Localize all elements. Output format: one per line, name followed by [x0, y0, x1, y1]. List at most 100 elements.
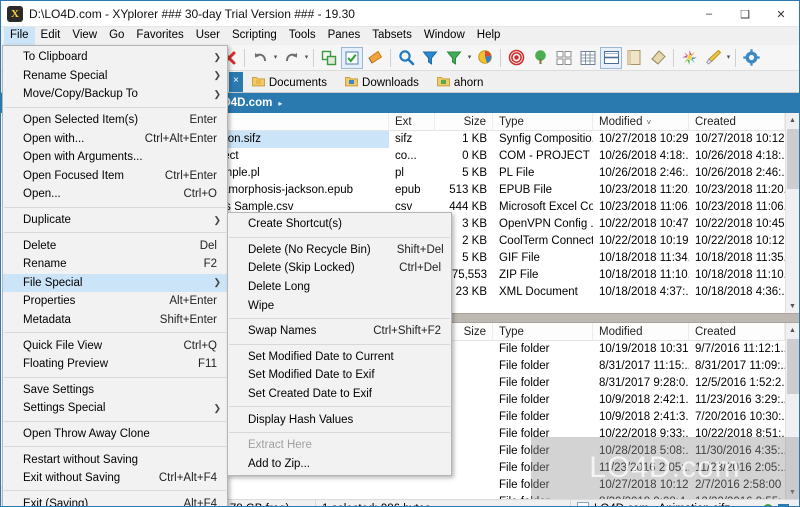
- menu-item-add-to-zip[interactable]: Add to Zip...: [228, 455, 451, 474]
- file-list-top-header[interactable]: NameExtSizeTypeModified˅Created: [151, 113, 785, 131]
- menu-item-rename-special[interactable]: Rename Special ❯: [3, 67, 227, 86]
- menu-item-open-with-arguments[interactable]: Open with Arguments...: [3, 148, 227, 167]
- column-header-cre[interactable]: Created: [689, 113, 785, 131]
- menu-item-floating-preview[interactable]: Floating Preview F11: [3, 355, 227, 374]
- close-button[interactable]: ✕: [763, 1, 799, 27]
- menu-item-delete-skip-locked[interactable]: Delete (Skip Locked) Ctrl+Del: [228, 259, 451, 278]
- menu-item-window[interactable]: Window: [418, 27, 471, 45]
- scroll-down-arrow-top[interactable]: ▼: [785, 299, 799, 313]
- menu-item-file-special[interactable]: File Special ❯: [3, 273, 227, 293]
- menu-item-create-shortcut-s[interactable]: Create Shortcut(s): [228, 215, 451, 234]
- menu-item-open-focused-item[interactable]: Open Focused Item Ctrl+Enter: [3, 167, 227, 186]
- menu-item-open-selected-item-s[interactable]: Open Selected Item(s) Enter: [3, 111, 227, 130]
- column-header-mod[interactable]: Modified: [593, 323, 689, 341]
- menu-item-quick-file-view[interactable]: Quick File View Ctrl+Q: [3, 336, 227, 355]
- menu-item-view[interactable]: View: [66, 27, 103, 45]
- menu-item-exit-without-saving[interactable]: Exit without Saving Ctrl+Alt+F4: [3, 469, 227, 488]
- brush-dropdown-arrow[interactable]: ▾: [725, 46, 732, 70]
- filter-icon[interactable]: [418, 46, 442, 70]
- menu-item-delete-long[interactable]: Delete Long: [228, 278, 451, 297]
- menu-item-edit[interactable]: Edit: [35, 27, 67, 45]
- redo-dropdown-arrow[interactable]: ▾: [303, 46, 310, 70]
- menu-item-tools[interactable]: Tools: [283, 27, 322, 45]
- menu-item-set-created-date-to-exif[interactable]: Set Created Date to Exif: [228, 385, 451, 404]
- scroll-track-bottom[interactable]: [785, 337, 799, 485]
- tab-downloads[interactable]: Downloads: [336, 72, 428, 92]
- dual-pane-icon[interactable]: [600, 46, 622, 69]
- scroll-up-arrow-top[interactable]: ▲: [785, 113, 799, 127]
- maximize-button[interactable]: ❑: [727, 1, 763, 27]
- menu-item-swap-names[interactable]: Swap Names Ctrl+Shift+F2: [228, 322, 451, 341]
- menu-item-delete[interactable]: Delete Del: [3, 236, 227, 255]
- menu-item-exit-saving[interactable]: Exit (Saving) Alt+F4: [3, 494, 227, 506]
- sync-browse-icon[interactable]: [317, 46, 341, 70]
- menu-item-file[interactable]: File: [4, 27, 35, 45]
- spiral-icon[interactable]: [504, 46, 528, 70]
- scroll-thumb-bottom[interactable]: [786, 339, 799, 394]
- undo-dropdown-arrow[interactable]: ▾: [272, 46, 279, 70]
- disk-usage-icon[interactable]: [473, 46, 497, 70]
- search-icon[interactable]: [394, 46, 418, 70]
- menu-item-open-throw-away-clone[interactable]: Open Throw Away Clone: [3, 425, 227, 444]
- undo-icon[interactable]: [248, 46, 272, 70]
- checkbox-select-icon[interactable]: [341, 46, 363, 69]
- menu-item-tabsets[interactable]: Tabsets: [366, 27, 418, 45]
- file-list-top-scrollbar[interactable]: ▲ ▼: [785, 113, 799, 313]
- minimize-button[interactable]: –: [691, 1, 727, 27]
- menu-item-display-hash-values[interactable]: Display Hash Values: [228, 410, 451, 429]
- menu-item-open[interactable]: Open... Ctrl+O: [3, 185, 227, 204]
- table-row[interactable]: File folder8/30/2018 9:08:4...12/22/2016…: [151, 494, 785, 499]
- tag-colors-icon[interactable]: [677, 46, 701, 70]
- menu-item-save-settings[interactable]: Save Settings: [3, 381, 227, 400]
- highlight-icon[interactable]: [363, 46, 387, 70]
- menu-item-settings-special[interactable]: Settings Special ❯: [3, 399, 227, 418]
- scroll-thumb-top[interactable]: [786, 129, 799, 189]
- menu-item-panes[interactable]: Panes: [322, 27, 367, 45]
- menu-item-restart-without-saving[interactable]: Restart without Saving: [3, 450, 227, 469]
- scroll-track-top[interactable]: [785, 127, 799, 299]
- menu-item-rename[interactable]: Rename F2: [3, 255, 227, 274]
- menu-item-move-copy-backup-to[interactable]: Move/Copy/Backup To ❯: [3, 85, 227, 104]
- tab-documents[interactable]: Documents: [242, 72, 337, 92]
- column-header-cre[interactable]: Created: [689, 323, 785, 341]
- details-grid-icon[interactable]: [576, 46, 600, 70]
- color-filter-icon[interactable]: [646, 46, 670, 70]
- menu-item-metadata[interactable]: Metadata Shift+Enter: [3, 311, 227, 330]
- column-header-type[interactable]: Type: [493, 323, 593, 341]
- table-row[interactable]: File folder 10/27/2018 10:12. 2/7/2016 2:5…: [151, 477, 785, 494]
- breadcrumb-trailing-arrow[interactable]: ▸: [276, 99, 284, 108]
- preview-pane-icon[interactable]: [622, 46, 646, 70]
- tab-ahorn[interactable]: ahorn: [427, 72, 493, 92]
- column-header-size[interactable]: Size: [435, 113, 493, 131]
- column-header-ext[interactable]: Ext: [389, 113, 435, 131]
- filter-green-icon[interactable]: [442, 46, 466, 70]
- menu-item-help[interactable]: Help: [471, 27, 507, 45]
- redo-icon[interactable]: [279, 46, 303, 70]
- filter-dropdown-arrow[interactable]: ▾: [466, 46, 473, 70]
- file-menu[interactable]: To Clipboard ❯ Rename Special ❯ Move/Copy/Ba…: [2, 45, 228, 506]
- menu-item-duplicate[interactable]: Duplicate ❯: [3, 211, 227, 230]
- menu-item-set-modified-date-to-current[interactable]: Set Modified Date to Current: [228, 348, 451, 367]
- menu-item-user[interactable]: User: [190, 27, 226, 45]
- menu-item-favorites[interactable]: Favorites: [130, 27, 189, 45]
- tree-icon[interactable]: [528, 46, 552, 70]
- menu-item-wipe[interactable]: Wipe: [228, 296, 451, 315]
- file-special-submenu[interactable]: Create Shortcut(s) Delete (No Recycle Bin…: [227, 212, 452, 477]
- column-header-type[interactable]: Type: [493, 113, 593, 131]
- menu-item-scripting[interactable]: Scripting: [226, 27, 283, 45]
- menu-item-go[interactable]: Go: [103, 27, 130, 45]
- scroll-down-arrow-bottom[interactable]: ▼: [785, 485, 799, 499]
- menu-item-properties[interactable]: Properties Alt+Enter: [3, 292, 227, 311]
- table-row[interactable]: m - Metamorphosis-jackson.epub epub 513 KB…: [151, 182, 785, 199]
- file-list-bottom-scrollbar[interactable]: ▲ ▼: [785, 323, 799, 499]
- menu-item-to-clipboard[interactable]: To Clipboard ❯: [3, 48, 227, 67]
- column-header-mod[interactable]: Modified ˅: [593, 113, 689, 131]
- thumbnails-icon[interactable]: [552, 46, 576, 70]
- scroll-up-arrow-bottom[interactable]: ▲: [785, 323, 799, 337]
- menu-item-set-modified-date-to-exif[interactable]: Set Modified Date to Exif: [228, 366, 451, 385]
- brush-icon[interactable]: [701, 46, 725, 70]
- tab-close-icon[interactable]: ×: [229, 72, 243, 92]
- table-row[interactable]: - Animation.sifzsifz1 KBSynfig Compositi…: [151, 131, 785, 148]
- settings-gear-icon[interactable]: [739, 46, 763, 70]
- menu-item-open-with[interactable]: Open with... Ctrl+Alt+Enter: [3, 129, 227, 148]
